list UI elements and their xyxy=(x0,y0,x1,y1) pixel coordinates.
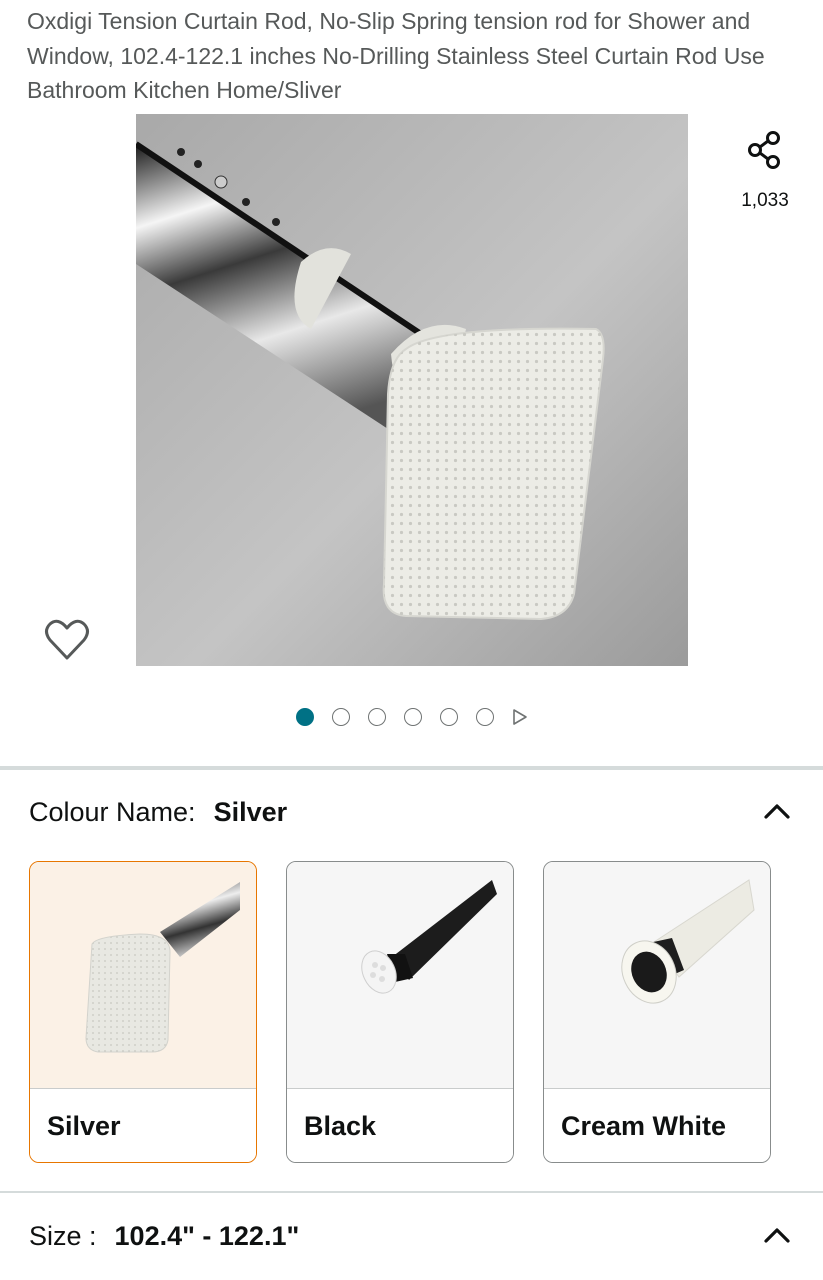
chevron-up-icon[interactable] xyxy=(762,800,792,822)
swatch-image-silver xyxy=(30,862,256,1088)
carousel-dot[interactable] xyxy=(331,708,350,726)
image-carousel-indicator xyxy=(0,706,823,728)
share-icon[interactable] xyxy=(743,128,787,172)
play-triangle-icon[interactable] xyxy=(512,708,528,726)
carousel-dot[interactable] xyxy=(367,708,386,726)
share-control[interactable]: 1,033 xyxy=(735,128,795,212)
swatch-image-cream-white xyxy=(544,862,770,1088)
size-label: Size : xyxy=(29,1220,97,1251)
swatch-image-black xyxy=(287,862,513,1088)
carousel-dot[interactable] xyxy=(475,708,494,726)
product-title: Oxdigi Tension Curtain Rod, No-Slip Spri… xyxy=(27,8,765,103)
colour-swatch-silver[interactable]: Silver xyxy=(29,861,257,1163)
carousel-dot[interactable] xyxy=(403,708,422,726)
colour-label: Colour Name: xyxy=(29,796,196,827)
swatch-label-black: Black xyxy=(287,1088,513,1162)
size-section-header[interactable]: Size : 102.4" - 122.1" xyxy=(29,1216,794,1256)
share-count: 1,033 xyxy=(741,190,789,211)
colour-selected-value: Silver xyxy=(213,796,288,827)
product-main-image[interactable] xyxy=(136,114,688,666)
section-divider xyxy=(0,766,823,770)
swatch-label-silver: Silver xyxy=(30,1088,256,1162)
heart-outline-icon[interactable] xyxy=(44,618,90,662)
colour-swatch-black[interactable]: Black xyxy=(286,861,514,1163)
carousel-dot-active[interactable] xyxy=(295,708,314,726)
carousel-dot[interactable] xyxy=(439,708,458,726)
swatch-label-cream-white: Cream White xyxy=(544,1088,770,1162)
colour-section-header[interactable]: Colour Name: Silver xyxy=(29,792,794,832)
chevron-up-icon[interactable] xyxy=(762,1224,792,1246)
colour-swatch-cream-white[interactable]: Cream White xyxy=(543,861,771,1163)
section-divider xyxy=(0,1191,823,1193)
size-selected-value: 102.4" - 122.1" xyxy=(114,1220,300,1251)
colour-swatch-list: Silver Black Cream White xyxy=(29,861,774,1163)
